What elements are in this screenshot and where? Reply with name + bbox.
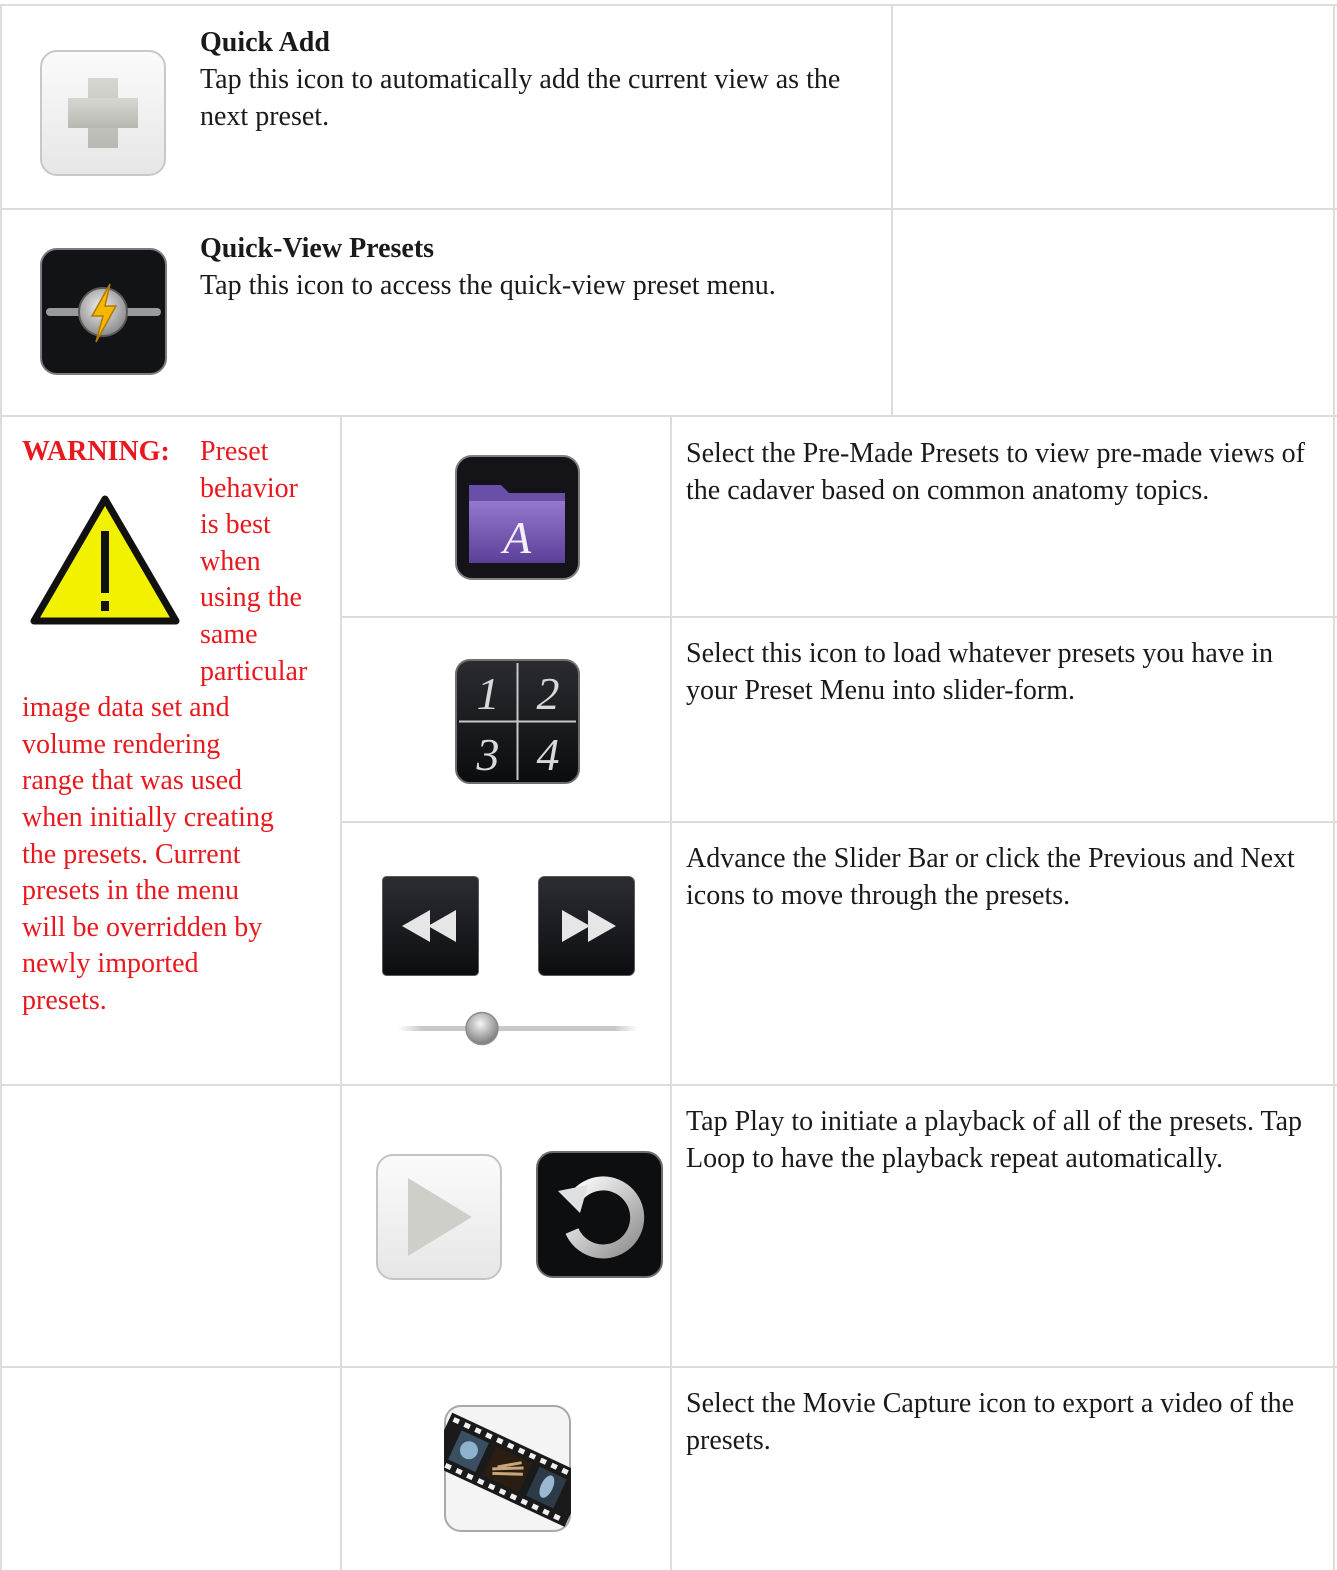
warning-line: is best: [200, 509, 271, 541]
slider-form-description: Select this icon to load whatever preset…: [686, 638, 1274, 706]
row-divider: [342, 821, 1337, 823]
warning-line: image data set and: [22, 692, 230, 724]
row-divider: [0, 1366, 1337, 1368]
warning-note: WARNING: Preset behavior is best when using …: [22, 434, 334, 1020]
warning-line: particular: [200, 655, 308, 687]
quick-add-description: Tap this icon to automatically add the c…: [200, 64, 841, 132]
advance-description: Advance the Slider Bar or click the Prev…: [686, 843, 1295, 911]
row-divider: [342, 616, 1337, 618]
film-strip-icon[interactable]: [444, 1405, 571, 1532]
playback-description: Tap Play to initiate a playback of all o…: [686, 1106, 1303, 1174]
movie-description: Select the Movie Capture icon to export …: [686, 1388, 1295, 1456]
warning-line: Preset: [200, 436, 269, 467]
grid-digit: 4: [537, 729, 560, 780]
lightning-icon[interactable]: [40, 248, 167, 375]
grid-digit: 1: [477, 668, 500, 719]
grid-digit: 3: [476, 729, 500, 780]
play-icon[interactable]: [376, 1154, 502, 1280]
warning-line: when initially creating: [22, 801, 274, 833]
fast-forward-icon[interactable]: [538, 876, 635, 976]
table-border-top: [0, 4, 1337, 6]
warning-line: when: [200, 545, 261, 577]
warning-line: will be overridden by: [22, 911, 263, 943]
warning-line: presets.: [22, 984, 107, 1016]
column-divider: [891, 4, 893, 417]
row-divider: [0, 415, 1337, 417]
quick-view-title: Quick-View Presets: [200, 233, 435, 264]
warning-line: same: [200, 618, 258, 650]
column-divider: [340, 415, 342, 1570]
plus-icon[interactable]: [40, 50, 166, 176]
warning-line: the presets. Current: [22, 838, 241, 870]
row-divider: [0, 208, 1337, 210]
grid-digit: 2: [537, 668, 560, 719]
warning-triangle-icon: [30, 493, 180, 628]
row-divider: [0, 1084, 1337, 1086]
warning-line: volume rendering: [22, 728, 221, 760]
warning-label: WARNING:: [22, 436, 170, 467]
premade-description: Select the Pre-Made Presets to view pre-…: [686, 438, 1305, 506]
column-divider: [670, 415, 672, 1570]
folder-letter: A: [500, 512, 532, 563]
table-border-right: [1333, 4, 1335, 1570]
warning-text-narrow: Preset behavior is best when using the same pa…: [200, 434, 307, 690]
rewind-icon[interactable]: [382, 876, 479, 976]
warning-line: presets in the menu: [22, 875, 239, 907]
table-border-left: [0, 4, 2, 1570]
quick-view-description: Tap this icon to access the quick-view p…: [200, 270, 776, 301]
warning-line: behavior: [200, 472, 298, 504]
warning-text-wide: image data set and volume rendering range …: [22, 690, 334, 1019]
warning-line: newly imported: [22, 948, 199, 980]
quick-add-title: Quick Add: [200, 27, 330, 58]
loop-icon[interactable]: [536, 1151, 663, 1278]
numbered-grid-icon[interactable]: 1 2 3 4: [455, 659, 580, 784]
slider-icon[interactable]: [398, 1008, 638, 1048]
warning-line: range that was used: [22, 765, 243, 797]
warning-line: using the: [200, 582, 302, 614]
folder-icon[interactable]: A: [455, 455, 580, 580]
